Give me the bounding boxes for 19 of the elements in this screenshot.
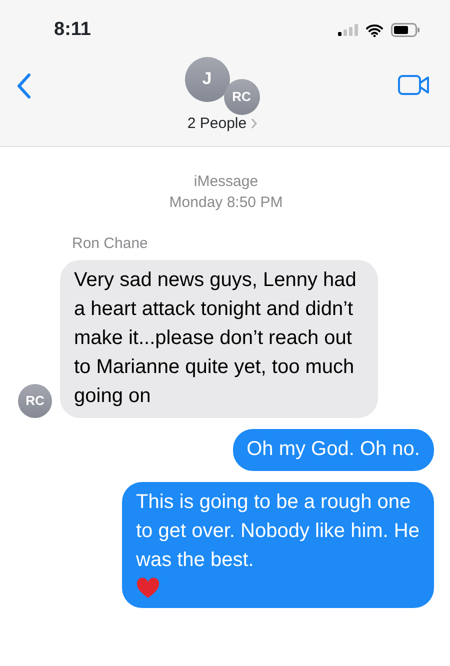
message-timestamp: Monday 8:50 PM — [168, 193, 284, 213]
chevron-icon — [250, 118, 257, 130]
message-bubble: Very sad news guys, Lenny had a heart attack tonight and didn’t make it...please don’t reach out to Marianne quite yet, too much going on — [60, 260, 378, 418]
sender-avatar: RC — [18, 384, 52, 418]
message-bubble: This is going to be a rough one to get over. Nobody like him. He was the best. — [122, 482, 434, 608]
wifi-icon — [366, 24, 383, 37]
video-camera-icon — [398, 75, 430, 96]
group-title[interactable]: 2 People — [187, 112, 257, 135]
battery-icon — [391, 23, 420, 38]
service-label: iMessage — [192, 172, 260, 192]
contact-avatar: J — [184, 56, 230, 102]
back-button[interactable] — [16, 72, 32, 98]
video-call-button[interactable] — [398, 74, 430, 98]
status-time: 8:11 — [54, 18, 91, 42]
sender-name: Ron Chane — [72, 234, 149, 254]
back-icon — [16, 72, 32, 98]
signal-icon — [338, 24, 358, 36]
contact-avatar: RC — [224, 78, 260, 114]
message-bubble: Oh my God. Oh no. — [232, 428, 434, 470]
